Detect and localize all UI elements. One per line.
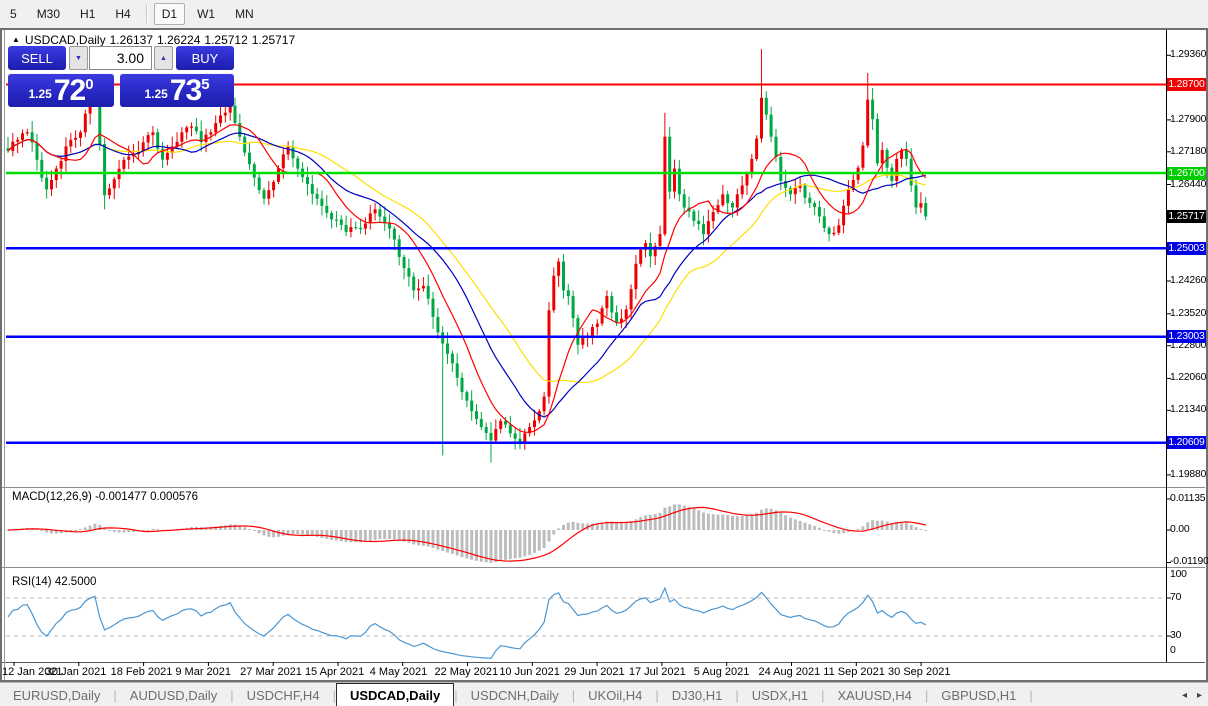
chart-tab-usdcnh[interactable]: USDCNH,Daily (458, 683, 572, 706)
date-axis-label: 29 Jun 2021 (564, 666, 625, 678)
date-axis-label: 15 Apr 2021 (304, 666, 365, 678)
price-axis-label: 1.27180 (1170, 145, 1207, 157)
price-axis-label: 1.29360 (1170, 49, 1207, 61)
price-axis-label: 1.19880 (1170, 468, 1207, 480)
rsi-axis-label: 100 (1170, 569, 1187, 580)
ohlc-low: 1.25712 (204, 33, 248, 47)
one-click-trading-panel: SELL ▼ ▲ BUY 1.25720 1.25735 (8, 46, 234, 107)
chevron-down-icon: ▼ (75, 54, 82, 62)
date-axis-label: 24 Aug 2021 (758, 666, 821, 678)
chart-tab-xauusd[interactable]: XAUUSD,H4 (824, 683, 924, 706)
chart-tab-usdx[interactable]: USDX,H1 (739, 683, 821, 706)
chart-tab-bar: EURUSD,Daily | AUDUSD,Daily | USDCHF,H4 | USDC… (0, 682, 1208, 706)
date-axis-label: 18 Feb 2021 (110, 666, 173, 678)
timeframe-toolbar: 5 M30 H1 H4 D1 W1 MN (0, 0, 1208, 28)
timeframe-button-h4[interactable]: H4 (107, 3, 138, 25)
rsi-axis-label: 0 (1170, 645, 1176, 656)
price-axis-label: 1.23520 (1170, 307, 1207, 319)
date-axis-label: 30 Sep 2021 (888, 666, 951, 678)
chart-tab-gbpusd[interactable]: GBPUSD,H1 (928, 683, 1029, 706)
ohlc-high: 1.26224 (157, 33, 201, 47)
trading-terminal: 5 M30 H1 H4 D1 W1 MN ▲ USDCAD,Daily 1.26137 1.262… (0, 0, 1208, 706)
chart-tab-eurusd[interactable]: EURUSD,Daily (0, 683, 113, 706)
timeframe-button-m30[interactable]: M30 (29, 3, 68, 25)
volume-increase-button[interactable]: ▲ (154, 46, 173, 70)
tab-scroll-left-icon[interactable]: ◂ (1182, 690, 1187, 701)
date-axis-label: 27 Mar 2021 (240, 666, 302, 678)
sell-price-pipette: 0 (85, 76, 94, 93)
current-price-badge: 1.25717 (1167, 210, 1206, 224)
date-axis-label: 11 Sep 2021 (823, 666, 885, 678)
volume-decrease-button[interactable]: ▼ (69, 46, 88, 70)
collapse-triangle-icon[interactable]: ▲ (12, 35, 20, 44)
date-axis-label: 17 Jul 2021 (628, 666, 686, 678)
date-axis-label: 9 Mar 2021 (175, 666, 232, 678)
price-axis-label: 1.24260 (1170, 275, 1207, 287)
tab-scroll-controls: ◂ ▸ (1182, 683, 1202, 706)
date-axis-label: 5 Aug 2021 (693, 666, 750, 678)
toolbar-divider (145, 5, 147, 23)
chart-tab-audusd[interactable]: AUDUSD,Daily (117, 683, 230, 706)
sell-price-prefix: 1.25 (28, 87, 52, 101)
macd-indicator-label: MACD(12,26,9) -0.001477 0.000576 (12, 491, 199, 503)
level-price-badge: 1.20609 (1167, 436, 1206, 450)
rsi-axis-label: 70 (1170, 592, 1182, 603)
level-price-badge: 1.25003 (1167, 241, 1206, 255)
volume-input[interactable] (89, 46, 152, 70)
chart-tab-usdchf[interactable]: USDCHF,H4 (234, 683, 333, 706)
chart-symbol-label: USDCAD,Daily (24, 33, 106, 47)
macd-axis-label: 0.00 (1170, 524, 1190, 535)
timeframe-button-w1[interactable]: W1 (189, 3, 223, 25)
date-axis-label: 10 Jun 2021 (499, 666, 560, 678)
rsi-axis-label: 30 (1170, 630, 1182, 641)
ohlc-open: 1.26137 (109, 33, 153, 47)
sell-price-main: 72 (53, 74, 86, 107)
buy-price-main: 73 (169, 74, 202, 107)
level-price-badge: 1.28700 (1167, 78, 1206, 91)
buy-price-pipette: 5 (201, 76, 210, 93)
chart-tab-usdcad[interactable]: USDCAD,Daily (335, 683, 455, 706)
macd-axis-label: 0.01135 (1170, 493, 1206, 504)
buy-price-prefix: 1.25 (144, 87, 168, 101)
timeframe-button-d1[interactable]: D1 (153, 3, 186, 25)
price-axis-label: 1.21340 (1170, 404, 1207, 416)
sell-button[interactable]: SELL (8, 46, 66, 70)
chart-title: ▲ USDCAD,Daily 1.26137 1.26224 1.25712 1.2571… (12, 33, 299, 47)
level-price-badge: 1.26700 (1167, 166, 1206, 180)
price-axis-label: 1.22060 (1170, 372, 1207, 384)
timeframe-button-mn[interactable]: MN (227, 3, 262, 25)
timeframe-button-5[interactable]: 5 (2, 3, 25, 25)
price-axis-label: 1.27900 (1170, 113, 1207, 125)
buy-button[interactable]: BUY (176, 46, 234, 70)
chevron-up-icon: ▲ (160, 54, 167, 62)
buy-price-quote[interactable]: 1.25 73 5 (120, 73, 234, 107)
ohlc-close: 1.25717 (251, 33, 296, 47)
tab-divider: | (1029, 687, 1033, 703)
price-axis-label: 1.26440 (1170, 178, 1207, 190)
sell-price-quote[interactable]: 1.25 72 0 (8, 73, 114, 107)
chart-tab-dj30[interactable]: DJ30,H1 (659, 683, 736, 706)
chart-window (0, 28, 1208, 682)
rsi-indicator-label: RSI(14) 42.5000 (12, 576, 97, 588)
date-axis-label: 4 May 2021 (369, 666, 428, 678)
date-axis-label: 22 May 2021 (434, 666, 499, 678)
chart-tabs: EURUSD,Daily | AUDUSD,Daily | USDCHF,H4 | USDC… (0, 683, 1033, 706)
timeframe-button-h1[interactable]: H1 (72, 3, 103, 25)
macd-axis-label: -0.01190 (1170, 556, 1208, 568)
date-axis-label: 30 Jan 2021 (45, 666, 107, 678)
chart-tab-ukoil[interactable]: UKOil,H4 (575, 683, 655, 706)
tab-scroll-right-icon[interactable]: ▸ (1197, 690, 1202, 701)
level-price-badge: 1.23003 (1167, 330, 1206, 344)
